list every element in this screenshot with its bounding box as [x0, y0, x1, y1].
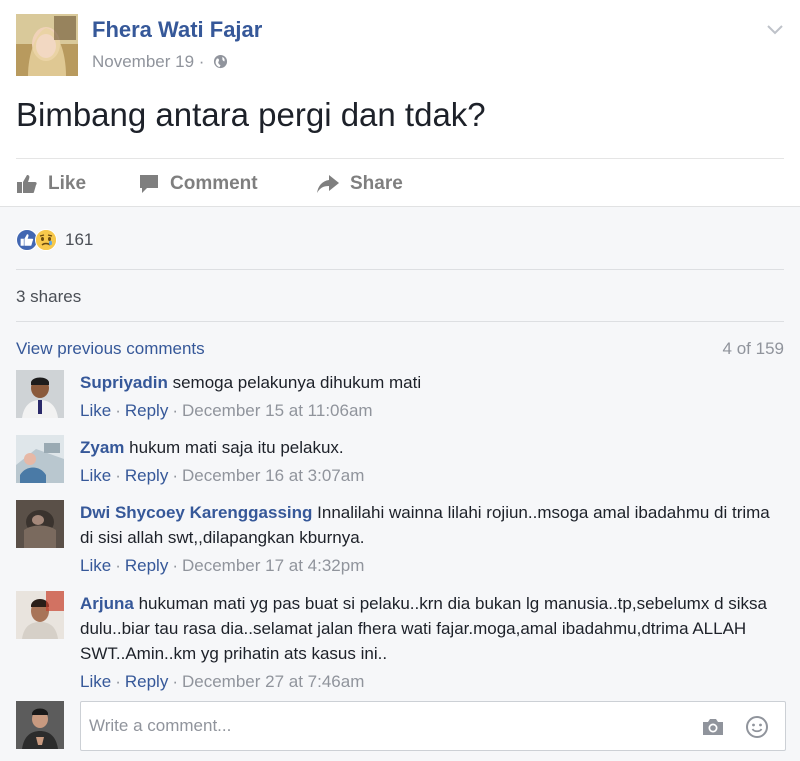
comment-actions: Like · Reply · December 27 at 7:46am	[80, 672, 365, 691]
comment-body: Dwi Shycoey Karenggassing Innalilahi wai…	[80, 500, 780, 578]
thumbs-up-icon	[17, 175, 37, 193]
current-user-avatar	[16, 701, 64, 749]
like-button[interactable]: Like	[16, 166, 86, 202]
author-name[interactable]: Fhera Wati Fajar	[92, 17, 262, 43]
chevron-down-icon[interactable]	[764, 18, 786, 40]
commenter-name[interactable]: Zyam	[80, 438, 124, 457]
comment-bubble-icon	[140, 175, 158, 193]
commenter-name[interactable]: Dwi Shycoey Karenggassing	[80, 503, 312, 522]
share-button[interactable]: Share	[316, 166, 403, 202]
comment-actions: Like · Reply · December 16 at 3:07am	[80, 466, 365, 485]
comment-reply-link[interactable]: Reply	[125, 401, 168, 420]
comment-count: 4 of 159	[722, 339, 784, 358]
comment-body: Supriyadin semoga pelakunya dihukum mati…	[80, 370, 780, 423]
comment-body: Arjuna hukuman mati yg pas buat si pelak…	[80, 591, 780, 694]
comment-like-link[interactable]: Like	[80, 672, 111, 691]
comment-text: hukum mati saja itu pelakux.	[129, 438, 344, 457]
write-comment-row	[16, 701, 786, 753]
share-label: Share	[350, 173, 403, 194]
divider	[16, 158, 784, 159]
divider	[16, 321, 784, 322]
comment-reply-link[interactable]: Reply	[125, 466, 168, 485]
commenter-avatar[interactable]	[16, 500, 64, 548]
post-text: Bimbang antara pergi dan tdak?	[16, 96, 486, 133]
comment-input[interactable]	[89, 702, 669, 750]
shares-link[interactable]: 3 shares	[16, 287, 81, 307]
globe-icon	[213, 54, 228, 74]
camera-icon[interactable]	[701, 716, 725, 738]
comment-like-link[interactable]: Like	[80, 466, 111, 485]
commenter-avatar[interactable]	[16, 435, 64, 483]
comment-composer	[80, 701, 786, 751]
reactions-summary[interactable]: 161	[16, 227, 93, 253]
comment-reply-link[interactable]: Reply	[125, 672, 168, 691]
smiley-icon[interactable]	[745, 715, 769, 739]
sad-reaction-icon	[35, 229, 57, 251]
view-previous-comments-link[interactable]: View previous comments	[16, 339, 205, 359]
comment-button[interactable]: Comment	[138, 166, 258, 202]
divider	[16, 269, 784, 270]
post-meta: November 19 ·	[92, 52, 228, 74]
post-header: Fhera Wati Fajar November 19 ·	[16, 14, 786, 78]
comment-like-link[interactable]: Like	[80, 401, 111, 420]
reaction-count: 161	[65, 230, 94, 249]
comments-section: 161 3 shares View previous comments 4 of…	[0, 206, 800, 761]
comment-timestamp[interactable]: December 27 at 7:46am	[182, 672, 364, 691]
comment-body: Zyam hukum mati saja itu pelakux. Like · R…	[80, 435, 780, 488]
comment-reply-link[interactable]: Reply	[125, 556, 168, 575]
commenter-name[interactable]: Arjuna	[80, 594, 134, 613]
share-arrow-icon	[317, 175, 339, 193]
comment-actions: Like · Reply · December 15 at 11:06am	[80, 401, 373, 420]
commenter-avatar[interactable]	[16, 591, 64, 639]
author-avatar[interactable]	[16, 14, 78, 76]
comment-text: semoga pelakunya dihukum mati	[172, 373, 422, 392]
post-date[interactable]: November 19	[92, 52, 194, 71]
comment-timestamp[interactable]: December 15 at 11:06am	[182, 401, 373, 420]
comment-label: Comment	[170, 173, 258, 194]
comment-text: hukuman mati yg pas buat si pelaku..krn …	[80, 594, 767, 663]
comment-actions: Like · Reply · December 17 at 4:32pm	[80, 556, 365, 575]
commenter-avatar[interactable]	[16, 370, 64, 418]
commenter-name[interactable]: Supriyadin	[80, 373, 168, 392]
comment-timestamp[interactable]: December 16 at 3:07am	[182, 466, 364, 485]
comment-timestamp[interactable]: December 17 at 4:32pm	[182, 556, 364, 575]
like-label: Like	[48, 173, 87, 194]
meta-separator: ·	[198, 52, 205, 71]
comment-like-link[interactable]: Like	[80, 556, 111, 575]
post-actions: Like Comment Share	[16, 166, 784, 202]
